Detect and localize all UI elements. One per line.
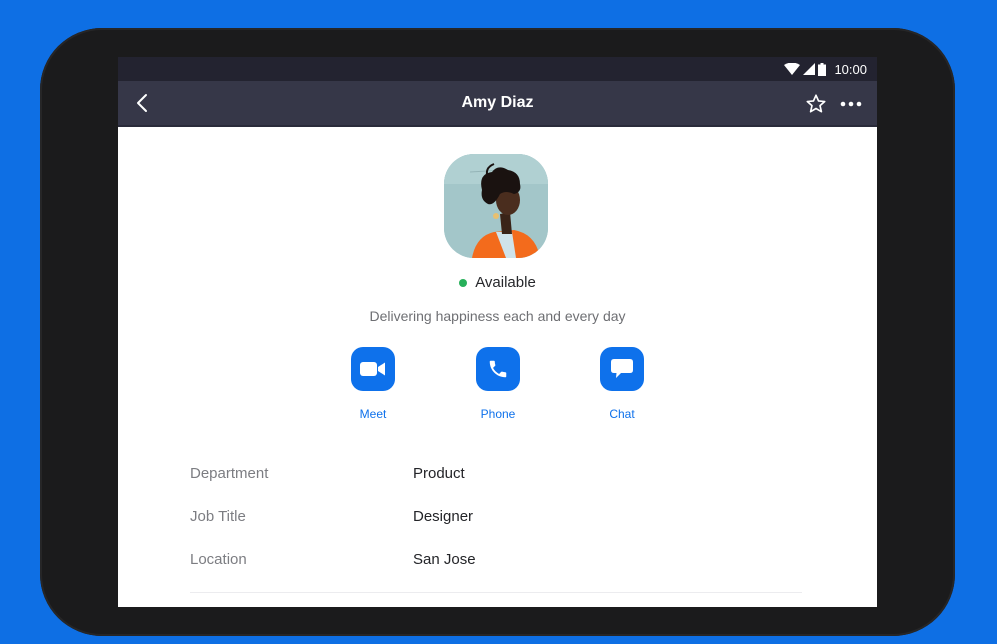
profile-content: Available Delivering happiness each and … bbox=[118, 127, 877, 607]
app-bar: Amy Diaz bbox=[118, 81, 877, 127]
detail-value: Product bbox=[413, 465, 465, 482]
detail-row-job-title: Job Title Designer bbox=[190, 501, 802, 544]
meet-button[interactable]: Meet bbox=[333, 347, 413, 421]
cellular-signal-icon bbox=[803, 63, 816, 75]
chat-button[interactable]: Chat bbox=[582, 347, 662, 421]
detail-label: Job Title bbox=[190, 508, 246, 525]
presence-indicator-icon bbox=[459, 278, 468, 287]
presence-label: Available bbox=[475, 274, 536, 291]
detail-row-location: Location San Jose bbox=[190, 544, 802, 587]
star-outline-icon bbox=[806, 94, 826, 113]
phone-icon bbox=[489, 360, 507, 378]
meet-label: Meet bbox=[359, 407, 387, 421]
avatar bbox=[444, 154, 548, 258]
favorite-button[interactable] bbox=[805, 93, 827, 115]
status-message: Delivering happiness each and every day bbox=[369, 308, 626, 324]
profile-details: Department Product Job Title Designer Lo… bbox=[190, 458, 802, 587]
detail-label: Location bbox=[190, 551, 247, 568]
page-title: Amy Diaz bbox=[461, 94, 534, 111]
battery-icon bbox=[818, 62, 827, 76]
video-camera-icon bbox=[360, 362, 385, 376]
detail-value: Designer bbox=[413, 508, 474, 525]
more-horizontal-icon bbox=[840, 101, 862, 107]
avatar-photo bbox=[444, 154, 548, 258]
section-divider bbox=[190, 592, 802, 593]
clock-time: 10:00 bbox=[834, 61, 867, 77]
phone-button[interactable]: Phone bbox=[458, 347, 538, 421]
phone-label: Phone bbox=[480, 407, 516, 421]
chat-bubble-icon bbox=[611, 359, 633, 378]
presence-status: Available bbox=[118, 274, 877, 291]
chat-label: Chat bbox=[609, 407, 635, 421]
detail-row-department: Department Product bbox=[190, 458, 802, 501]
system-status-bar: 10:00 bbox=[118, 57, 877, 81]
detail-value: San Jose bbox=[413, 551, 476, 568]
wifi-icon bbox=[784, 63, 801, 75]
more-options-button[interactable] bbox=[839, 93, 863, 115]
detail-label: Department bbox=[190, 465, 269, 482]
app-screen: 10:00 Amy Diaz Available Delivering happ… bbox=[118, 57, 877, 607]
